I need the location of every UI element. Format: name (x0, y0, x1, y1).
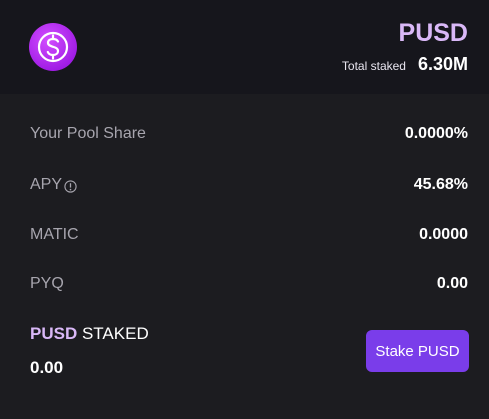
total-staked-value: 6.30M (417, 54, 468, 74)
staked-amount: 0.00 (30, 358, 64, 377)
matic-value: 0.0000 (419, 226, 468, 243)
pyq-row: PYQ 0.00 (30, 272, 468, 296)
staked-title: PUSD STAKED (30, 324, 149, 344)
apy-value: 45.68% (413, 176, 468, 193)
total-staked-label: Total staked (341, 59, 406, 73)
apy-row: APY 45.68% (30, 173, 468, 197)
pyq-label: PYQ (30, 275, 64, 292)
stake-button[interactable]: Stake PUSD (366, 330, 469, 372)
pool-share-row: Your Pool Share 0.0000% (30, 122, 468, 146)
matic-row: MATIC 0.0000 (30, 223, 468, 247)
total-staked: Total staked 6.30M (342, 54, 468, 75)
pool-share-value: 0.0000% (404, 125, 468, 142)
apy-label-group: APY (30, 176, 77, 194)
info-icon[interactable] (64, 179, 77, 193)
matic-label: MATIC (30, 226, 79, 243)
token-name: PUSD (398, 19, 468, 47)
staked-suffix: STAKED (81, 324, 149, 343)
apy-label: APY (30, 176, 63, 193)
pyq-value: 0.00 (436, 275, 468, 292)
pool-card: PUSD Total staked 6.30M Your Pool Share … (0, 0, 489, 419)
dollar-sign-icon (29, 23, 77, 71)
pool-header: PUSD Total staked 6.30M (0, 0, 489, 94)
staked-token: PUSD (30, 324, 78, 343)
pool-share-label: Your Pool Share (30, 125, 146, 142)
